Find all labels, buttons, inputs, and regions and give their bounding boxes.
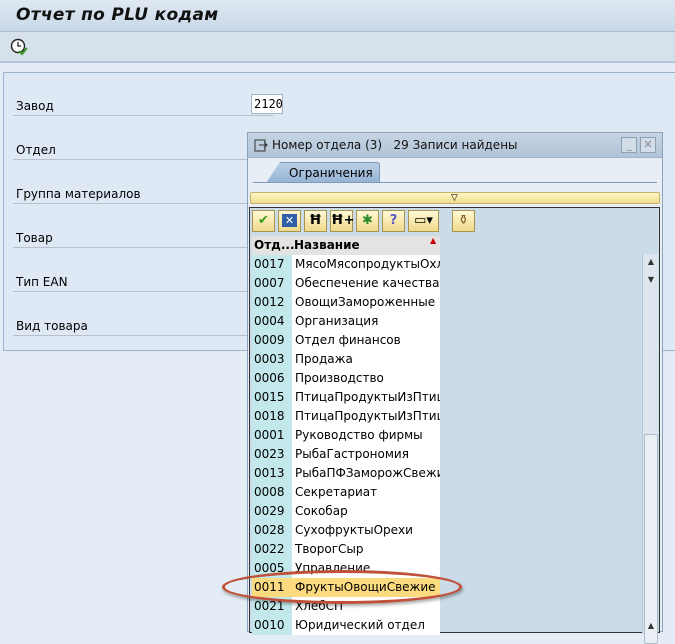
field-row: Вид товара [13, 314, 283, 336]
row-code: 0006 [252, 369, 292, 388]
title-bar: Отчет по PLU кодам [0, 0, 675, 32]
row-code: 0028 [252, 521, 292, 540]
table-row[interactable]: 0028 СухофруктыОрехи [252, 521, 440, 540]
row-code: 0018 [252, 407, 292, 426]
cancel-icon[interactable]: ✕ [278, 210, 301, 232]
column-header-code[interactable]: Отд... [254, 238, 295, 252]
row-name: СухофруктыОрехи [292, 521, 440, 540]
close-button[interactable]: ✕ [640, 137, 656, 153]
row-name: ОвощиЗамороженные [292, 293, 440, 312]
field-row: Отдел [13, 138, 283, 160]
application-toolbar [0, 32, 675, 63]
field-label: Группа материалов [16, 187, 141, 201]
filter-icon[interactable]: ⚱ [452, 210, 475, 232]
table-row[interactable]: 0013 РыбаПФЗаморожСвежие [252, 464, 440, 483]
row-code: 0012 [252, 293, 292, 312]
row-name: Руководство фирмы [292, 426, 440, 445]
find-icon[interactable]: Ħ [304, 210, 327, 232]
table-row[interactable]: 0018 ПтицаПродуктыИзПтицы [252, 407, 440, 426]
row-code: 0007 [252, 274, 292, 293]
vertical-scrollbar[interactable]: ▲ ▼ ▲ [642, 254, 659, 644]
dialog-titlebar[interactable]: Номер отдела (3) 29 Записи найдены _ ✕ [248, 133, 662, 158]
table-row[interactable]: 0023 РыбаГастрономия [252, 445, 440, 464]
row-code: 0022 [252, 540, 292, 559]
table-row[interactable]: 0029 Сокобар [252, 502, 440, 521]
row-code: 0029 [252, 502, 292, 521]
row-name: Секретариат [292, 483, 440, 502]
table-row[interactable]: 0012 ОвощиЗамороженные [252, 293, 440, 312]
scroll-up-icon[interactable]: ▲ [643, 254, 659, 270]
new-entry-icon[interactable]: ✱ [356, 210, 379, 232]
field-row: Товар [13, 226, 283, 248]
field-label: Завод [16, 99, 54, 113]
restrictions-toggle-bar[interactable]: ▽ [250, 192, 660, 204]
table-row[interactable]: 0017 МясоМясопродуктыОхлС [252, 255, 440, 274]
field-row: Тип EAN [13, 270, 283, 292]
clock-execute-icon[interactable] [10, 38, 28, 56]
page-title: Отчет по PLU кодам [16, 5, 219, 25]
row-code: 0010 [252, 616, 292, 635]
row-name: РыбаПФЗаморожСвежие [292, 464, 440, 483]
row-code: 0008 [252, 483, 292, 502]
field-row: Завод 2120 [13, 94, 283, 116]
table-row[interactable]: 0010 Юридический отдел [252, 616, 440, 635]
scroll-top-icon[interactable]: ▲ [643, 618, 659, 634]
field-label: Тип EAN [16, 275, 68, 289]
row-name: ПтицаПродуктыИзПтицы [292, 407, 440, 426]
results-grid: ✔ ✕ Ħ Ħ+ ✱ ? ▭▾ ⚱ Отд... Название ▲ 0017… [249, 207, 660, 644]
find-next-icon[interactable]: Ħ+ [330, 210, 355, 232]
row-name: ПтицаПродуктыИзПтицы [292, 388, 440, 407]
tab-divider [253, 182, 657, 183]
table-row[interactable]: 0009 Отдел финансов [252, 331, 440, 350]
check-icon[interactable]: ✔ [252, 210, 275, 232]
table-row[interactable]: 0001 Руководство фирмы [252, 426, 440, 445]
grid-header: Отд... Название ▲ [252, 236, 440, 255]
table-row[interactable]: 0006 Производство [252, 369, 440, 388]
row-code: 0017 [252, 255, 292, 274]
row-code: 0003 [252, 350, 292, 369]
table-row[interactable]: 0008 Секретариат [252, 483, 440, 502]
row-name: Юридический отдел [292, 616, 440, 635]
table-row[interactable]: 0022 ТворогСыр [252, 540, 440, 559]
row-name: Обеспечение качества [292, 274, 440, 293]
tab-restrictions[interactable]: Ограничения [266, 162, 380, 183]
row-name: Отдел финансов [292, 331, 440, 350]
row-code: 0004 [252, 312, 292, 331]
dialog-icon [254, 139, 268, 152]
row-name: МясоМясопродуктыОхлС [292, 255, 440, 274]
expand-icon: ▽ [451, 193, 458, 203]
scroll-down-icon[interactable]: ▼ [643, 272, 659, 288]
scroll-thumb[interactable] [644, 434, 658, 644]
table-row[interactable]: 0015 ПтицаПродуктыИзПтицы [252, 388, 440, 407]
row-code: 0013 [252, 464, 292, 483]
row-name: Сокобар [292, 502, 440, 521]
field-label: Отдел [16, 143, 56, 157]
row-name: Продажа [292, 350, 440, 369]
row-name: Производство [292, 369, 440, 388]
field-label: Вид товара [16, 319, 88, 333]
sort-icon: ▲ [430, 236, 437, 245]
row-code: 0015 [252, 388, 292, 407]
value-help-dialog: Номер отдела (3) 29 Записи найдены _ ✕ О… [247, 132, 663, 644]
dialog-title: Номер отдела (3) 29 Записи найдены [272, 138, 518, 152]
field-input[interactable]: 2120 [251, 94, 283, 114]
highlight-annotation [222, 570, 462, 604]
row-name: РыбаГастрономия [292, 445, 440, 464]
table-row[interactable]: 0003 Продажа [252, 350, 440, 369]
row-code: 0009 [252, 331, 292, 350]
tab-label: Ограничения [289, 166, 373, 180]
table-row[interactable]: 0007 Обеспечение качества [252, 274, 440, 293]
row-name: Организация [292, 312, 440, 331]
row-code: 0023 [252, 445, 292, 464]
field-row: Группа материалов [13, 182, 283, 204]
row-name: ТворогСыр [292, 540, 440, 559]
print-icon[interactable]: ▭▾ [408, 210, 439, 232]
column-header-name[interactable]: Название [294, 238, 360, 252]
field-label: Товар [16, 231, 53, 245]
row-code: 0001 [252, 426, 292, 445]
help-icon[interactable]: ? [382, 210, 405, 232]
minimize-button[interactable]: _ [621, 137, 637, 153]
table-row[interactable]: 0004 Организация [252, 312, 440, 331]
